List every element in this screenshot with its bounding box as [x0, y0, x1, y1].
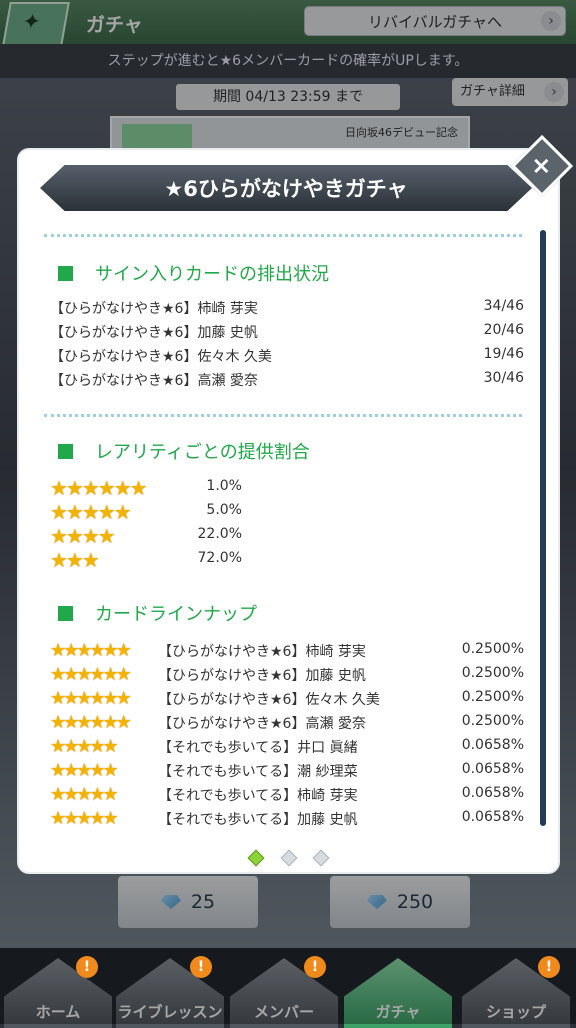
signed-row: 【ひらがなけやき★6】柿崎 芽実 34/46: [50, 298, 524, 320]
section-heading-lineup: カードラインナップ: [58, 600, 257, 626]
notification-badge: !: [76, 956, 98, 978]
notification-badge: !: [304, 956, 326, 978]
lineup-row: ★★★★★ 【それでも歩いてる】柿崎 芽実 0.0658%: [50, 784, 524, 806]
card-count: 20/46: [483, 322, 524, 338]
card-rate: 0.2500%: [461, 641, 524, 657]
signed-row: 【ひらがなけやき★6】高瀬 愛奈 30/46: [50, 370, 524, 392]
section-heading-signed: サイン入りカードの排出状況: [58, 260, 329, 286]
card-count: 19/46: [483, 346, 524, 362]
star-rating-icon: ★★★★★: [50, 500, 132, 524]
card-rate: 0.2500%: [461, 689, 524, 705]
card-name: 【ひらがなけやき★6】佐々木 久美: [158, 692, 380, 708]
star-rating-icon: ★★★★★★: [50, 688, 132, 709]
star-rating-icon: ★★★★★★: [50, 664, 132, 685]
card-name: 【それでも歩いてる】井口 眞緒: [158, 740, 358, 756]
lineup-row: ★★★★★ 【それでも歩いてる】井口 眞緒 0.0658%: [50, 736, 524, 758]
card-rate: 0.0658%: [461, 809, 524, 825]
section-title: サイン入りカードの排出状況: [95, 264, 329, 285]
rarity-rate: 5.0%: [206, 502, 242, 518]
signed-row: 【ひらがなけやき★6】加藤 史帆 20/46: [50, 322, 524, 344]
section-title: レアリティごとの提供割合: [95, 442, 310, 463]
card-name: 【ひらがなけやき★6】佐々木 久美: [50, 349, 272, 365]
card-rate: 0.0658%: [461, 737, 524, 753]
bullet-square-icon: [58, 605, 73, 621]
modal-title: ★6ひらがなけやきガチャ: [40, 165, 532, 211]
bullet-square-icon: [58, 265, 73, 281]
card-count: 34/46: [483, 298, 524, 314]
star-rating-icon: ★★★★★★: [50, 476, 148, 500]
star-rating-icon: ★★★★★: [50, 736, 119, 757]
card-name: 【ひらがなけやき★6】高瀬 愛奈: [158, 716, 366, 732]
star-rating-icon: ★★★★★: [50, 784, 119, 805]
bullet-square-icon: [58, 443, 73, 459]
card-name: 【ひらがなけやき★6】柿崎 芽実: [158, 644, 366, 660]
card-name: 【ひらがなけやき★6】加藤 史帆: [50, 325, 258, 341]
star-rating-icon: ★★★★★: [50, 760, 119, 781]
star-rating-icon: ★★★★★★: [50, 712, 132, 733]
modal-scroll-content[interactable]: サイン入りカードの排出状況 【ひらがなけやき★6】柿崎 芽実 34/46 【ひら…: [44, 222, 544, 832]
section-heading-rarity: レアリティごとの提供割合: [58, 438, 310, 464]
divider: [44, 414, 522, 417]
star-rating-icon: ★★★★★: [50, 808, 119, 829]
card-name: 【ひらがなけやき★6】高瀬 愛奈: [50, 373, 258, 389]
notification-badge: !: [538, 956, 560, 978]
signed-row: 【ひらがなけやき★6】佐々木 久美 19/46: [50, 346, 524, 368]
card-name: 【それでも歩いてる】潮 紗理菜: [158, 764, 358, 780]
card-name: 【それでも歩いてる】加藤 史帆: [158, 812, 358, 828]
card-rate: 0.2500%: [461, 665, 524, 681]
lineup-row: ★★★★★ 【それでも歩いてる】潮 紗理菜 0.0658%: [50, 760, 524, 782]
card-rate: 0.0658%: [461, 761, 524, 777]
lineup-row: ★★★★★★ 【ひらがなけやき★6】佐々木 久美 0.2500%: [50, 688, 524, 710]
lineup-row: ★★★★★★ 【ひらがなけやき★6】加藤 史帆 0.2500%: [50, 664, 524, 686]
lineup-row: ★★★★★ 【それでも歩いてる】加藤 史帆 0.0658%: [50, 808, 524, 830]
star-rating-icon: ★★★: [50, 548, 100, 572]
rarity-rate: 72.0%: [197, 550, 242, 566]
star-rating-icon: ★★★★: [50, 524, 116, 548]
rarity-rate: 1.0%: [206, 478, 242, 494]
card-count: 30/46: [483, 370, 524, 386]
card-rate: 0.2500%: [461, 713, 524, 729]
star-rating-icon: ★★★★★★: [50, 640, 132, 661]
lineup-row: ★★★★★★ 【ひらがなけやき★6】柿崎 芽実 0.2500%: [50, 640, 524, 662]
section-title: カードラインナップ: [95, 604, 257, 625]
notification-badge: !: [190, 956, 212, 978]
rarity-rate: 22.0%: [197, 526, 242, 542]
divider: [44, 234, 522, 237]
card-name: 【ひらがなけやき★6】柿崎 芽実: [50, 301, 258, 317]
card-name: 【それでも歩いてる】柿崎 芽実: [158, 788, 358, 804]
close-icon: ×: [531, 151, 552, 180]
card-rate: 0.0658%: [461, 785, 524, 801]
card-name: 【ひらがなけやき★6】加藤 史帆: [158, 668, 366, 684]
lineup-row: ★★★★★★ 【ひらがなけやき★6】高瀬 愛奈 0.2500%: [50, 712, 524, 734]
